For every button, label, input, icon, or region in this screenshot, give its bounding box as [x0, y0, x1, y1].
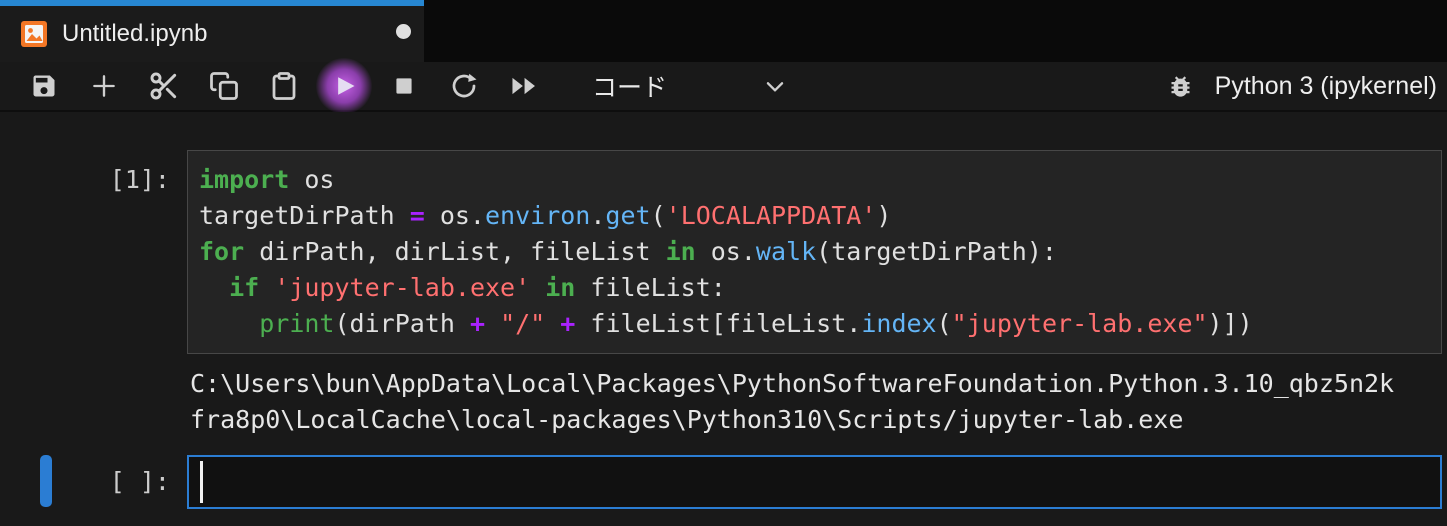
- interrupt-kernel-button[interactable]: [374, 63, 434, 109]
- output-lines: C:\Users\bun\AppData\Local\Packages\Pyth…: [190, 369, 1395, 434]
- chevron-down-icon: [766, 82, 784, 92]
- paste-cells-button[interactable]: [254, 63, 314, 109]
- tab-title: Untitled.ipynb: [62, 20, 208, 47]
- kernel-name-button[interactable]: Python 3 (ipykernel): [1211, 63, 1447, 109]
- play-icon: [338, 77, 355, 95]
- notebook-toolbar: コード Python 3 (ipykernel): [0, 58, 1447, 114]
- scissors-icon: [150, 72, 177, 100]
- tab-bar: Untitled.ipynb: [0, 0, 1447, 62]
- debugger-button[interactable]: [1151, 63, 1211, 109]
- text-cursor: [200, 461, 203, 503]
- code-lines: import os targetDirPath = os.environ.get(…: [199, 165, 1253, 338]
- cell-1-output: C:\Users\bun\AppData\Local\Packages\Pyth…: [190, 366, 1442, 438]
- insert-cell-button[interactable]: [74, 63, 134, 109]
- copy-cells-button[interactable]: [194, 63, 254, 109]
- restart-kernel-button[interactable]: [434, 63, 494, 109]
- cut-cells-button[interactable]: [134, 63, 194, 109]
- stop-icon: [396, 78, 412, 94]
- input-prompt-2: [ ]:: [109, 467, 170, 496]
- code-editor-1[interactable]: import os targetDirPath = os.environ.get(…: [187, 150, 1442, 354]
- bug-icon: [1171, 75, 1190, 97]
- input-prompt-1: [1]:: [109, 165, 170, 194]
- copy-icon: [210, 72, 238, 100]
- save-button[interactable]: [14, 63, 74, 109]
- code-editor-2-active[interactable]: [187, 455, 1442, 509]
- jupyterlab-window: Untitled.ipynb コード Python 3 (ipykernel) …: [0, 0, 1447, 526]
- run-button[interactable]: [314, 58, 374, 114]
- notebook-icon: [21, 21, 47, 47]
- cell-type-label: コード: [592, 74, 668, 102]
- unsaved-changes-dot[interactable]: [396, 24, 411, 39]
- restart-run-all-button[interactable]: [494, 63, 554, 109]
- tab-untitled-ipynb[interactable]: Untitled.ipynb: [0, 0, 424, 62]
- clipboard-icon: [272, 72, 296, 100]
- save-icon: [33, 75, 55, 97]
- restart-icon: [452, 73, 477, 98]
- cell-type-dropdown[interactable]: コード: [592, 63, 788, 109]
- plus-icon: [93, 75, 115, 97]
- fast-forward-icon: [512, 77, 535, 95]
- notebook-content: [1]: import os targetDirPath = os.environ…: [0, 112, 1447, 526]
